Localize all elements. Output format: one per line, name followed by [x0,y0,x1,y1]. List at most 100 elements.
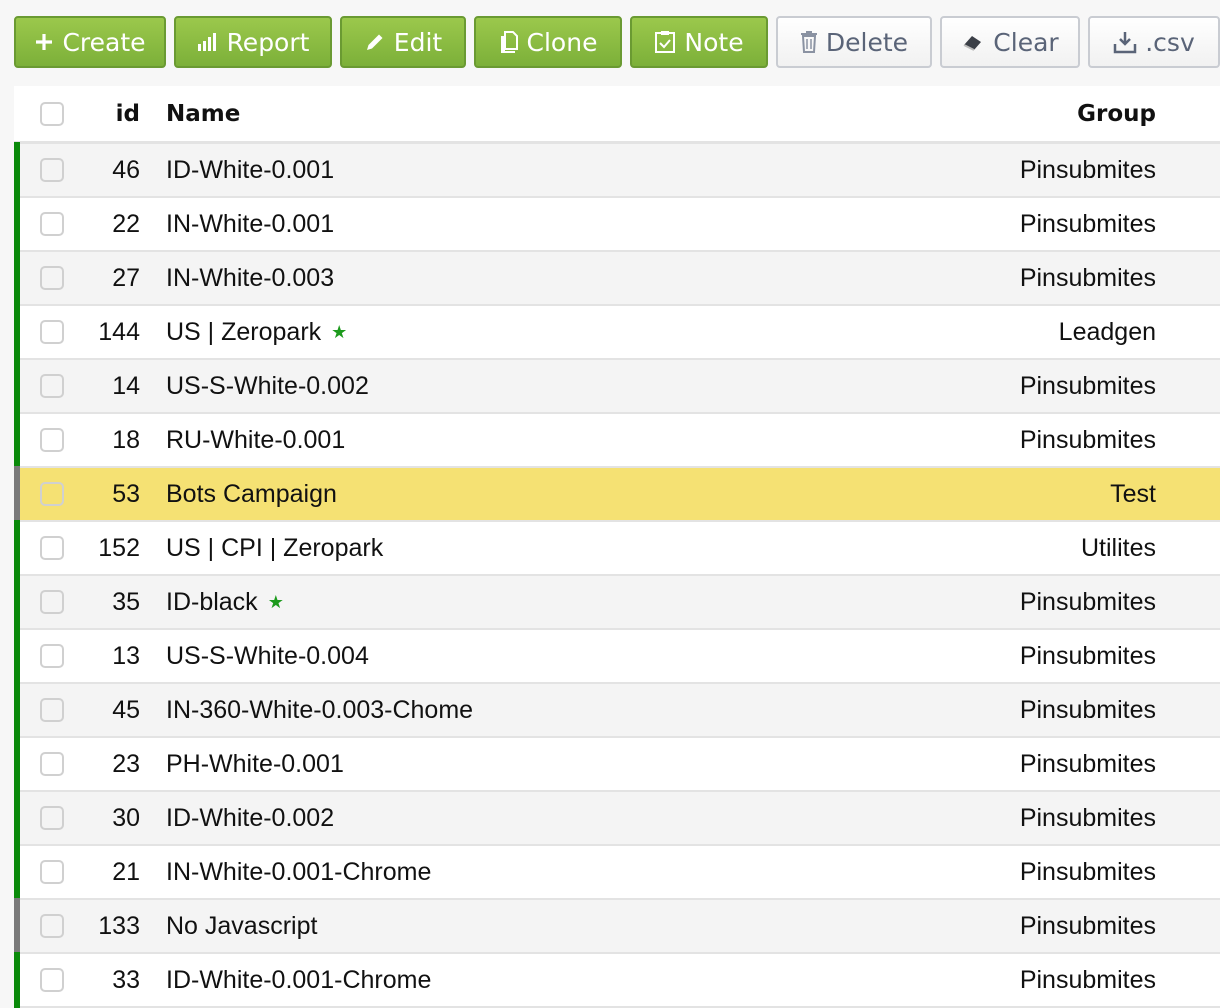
row-checkbox[interactable] [40,158,64,182]
bar-chart-icon [197,32,219,52]
row-checkbox[interactable] [40,536,64,560]
row-checkbox[interactable] [40,266,64,290]
row-checkbox[interactable] [40,698,64,722]
table-row[interactable]: 30 ID-White-0.002 Pinsubmites [14,790,1220,846]
star-icon[interactable]: ★ [268,592,284,613]
table-row[interactable]: 18 RU-White-0.001 Pinsubmites [14,412,1220,468]
row-group: Leadgen [1058,317,1156,346]
row-name-cell: ID-White-0.001 [166,156,334,185]
row-checkbox[interactable] [40,752,64,776]
row-name[interactable]: ID-black [166,588,258,617]
row-group: Utilites [1080,533,1156,562]
row-id: 13 [112,641,140,670]
row-name[interactable]: ID-White-0.001-Chrome [166,966,431,995]
row-checkbox[interactable] [40,644,64,668]
row-name[interactable]: ID-White-0.002 [166,804,334,833]
row-group: Pinsubmites [1019,695,1156,724]
row-id: 22 [112,209,140,238]
report-button[interactable]: Report [174,16,332,68]
status-indicator [14,898,20,954]
row-id: 46 [112,155,140,184]
row-name[interactable]: IN-360-White-0.003-Chome [166,696,473,725]
row-id: 144 [98,317,140,346]
row-group: Pinsubmites [1019,803,1156,832]
row-group: Pinsubmites [1019,371,1156,400]
row-name[interactable]: Bots Campaign [166,480,337,509]
button-label: Report [226,27,310,57]
row-checkbox[interactable] [40,320,64,344]
status-indicator [14,628,20,684]
column-header-group[interactable]: Group [1077,101,1156,127]
status-indicator [14,466,20,522]
edit-button[interactable]: Edit [340,16,466,68]
table-row[interactable]: 46 ID-White-0.001 Pinsubmites [14,142,1220,198]
row-id: 33 [112,965,140,994]
clipboard-check-icon [654,30,676,54]
row-group: Pinsubmites [1019,641,1156,670]
trash-icon [800,30,818,54]
row-checkbox[interactable] [40,374,64,398]
row-id: 53 [112,479,140,508]
row-name-cell: PH-White-0.001 [166,750,344,779]
row-name[interactable]: US | CPI | Zeropark [166,534,383,563]
row-id: 18 [112,425,140,454]
table-row[interactable]: 152 US | CPI | Zeropark Utilites [14,520,1220,576]
row-id: 21 [112,857,140,886]
table-row[interactable]: 22 IN-White-0.001 Pinsubmites [14,196,1220,252]
select-all-checkbox[interactable] [40,101,64,126]
table-row[interactable]: 21 IN-White-0.001-Chrome Pinsubmites [14,844,1220,900]
row-checkbox[interactable] [40,212,64,236]
row-checkbox[interactable] [40,914,64,938]
table-row[interactable]: 35 ID-black ★ Pinsubmites [14,574,1220,630]
toolbar: Create Report Edit Clone Note Delete Clear .csv [14,16,1220,68]
row-name[interactable]: RU-White-0.001 [166,426,345,455]
table-row[interactable]: 27 IN-White-0.003 Pinsubmites [14,250,1220,306]
row-name-cell: ID-White-0.002 [166,804,334,833]
column-header-id[interactable]: id [74,101,140,127]
csv-button[interactable]: .csv [1088,16,1220,68]
plus-icon [34,32,54,52]
row-checkbox[interactable] [40,428,64,452]
row-name[interactable]: IN-White-0.003 [166,264,334,293]
clear-button[interactable]: Clear [940,16,1080,68]
table-row[interactable]: 53 Bots Campaign Test [14,466,1220,522]
table-row[interactable]: 133 No Javascript Pinsubmites [14,898,1220,954]
row-group: Pinsubmites [1019,587,1156,616]
row-id: 23 [112,749,140,778]
status-indicator [14,250,20,306]
row-name[interactable]: No Javascript [166,912,317,941]
star-icon[interactable]: ★ [331,322,347,343]
clone-button[interactable]: Clone [474,16,622,68]
column-header-name[interactable]: Name [166,101,240,127]
row-id: 35 [112,587,140,616]
row-name[interactable]: IN-White-0.001-Chrome [166,858,431,887]
button-label: Clone [526,27,598,57]
table-row[interactable]: 14 US-S-White-0.002 Pinsubmites [14,358,1220,414]
row-checkbox[interactable] [40,968,64,992]
row-checkbox[interactable] [40,482,64,506]
campaigns-table: id Name Group 46 ID-White-0.001 Pinsubmite… [14,86,1220,1008]
row-name-cell: US-S-White-0.002 [166,372,369,401]
row-name[interactable]: US-S-White-0.004 [166,642,369,671]
row-name[interactable]: US | Zeropark [166,318,321,347]
row-checkbox[interactable] [40,860,64,884]
status-indicator [14,736,20,792]
table-row[interactable]: 45 IN-360-White-0.003-Chome Pinsubmites [14,682,1220,738]
delete-button[interactable]: Delete [776,16,932,68]
eraser-icon [961,32,985,52]
table-row[interactable]: 33 ID-White-0.001-Chrome Pinsubmites [14,952,1220,1008]
table-row[interactable]: 13 US-S-White-0.004 Pinsubmites [14,628,1220,684]
button-label: Clear [993,27,1059,57]
row-name[interactable]: IN-White-0.001 [166,210,334,239]
row-name[interactable]: PH-White-0.001 [166,750,344,779]
row-name-cell: IN-White-0.003 [166,264,334,293]
table-row[interactable]: 23 PH-White-0.001 Pinsubmites [14,736,1220,792]
row-name[interactable]: US-S-White-0.002 [166,372,369,401]
note-button[interactable]: Note [630,16,768,68]
button-label: Note [684,27,744,57]
row-name[interactable]: ID-White-0.001 [166,156,334,185]
table-row[interactable]: 144 US | Zeropark ★ Leadgen [14,304,1220,360]
row-checkbox[interactable] [40,806,64,830]
create-button[interactable]: Create [14,16,166,68]
row-checkbox[interactable] [40,590,64,614]
